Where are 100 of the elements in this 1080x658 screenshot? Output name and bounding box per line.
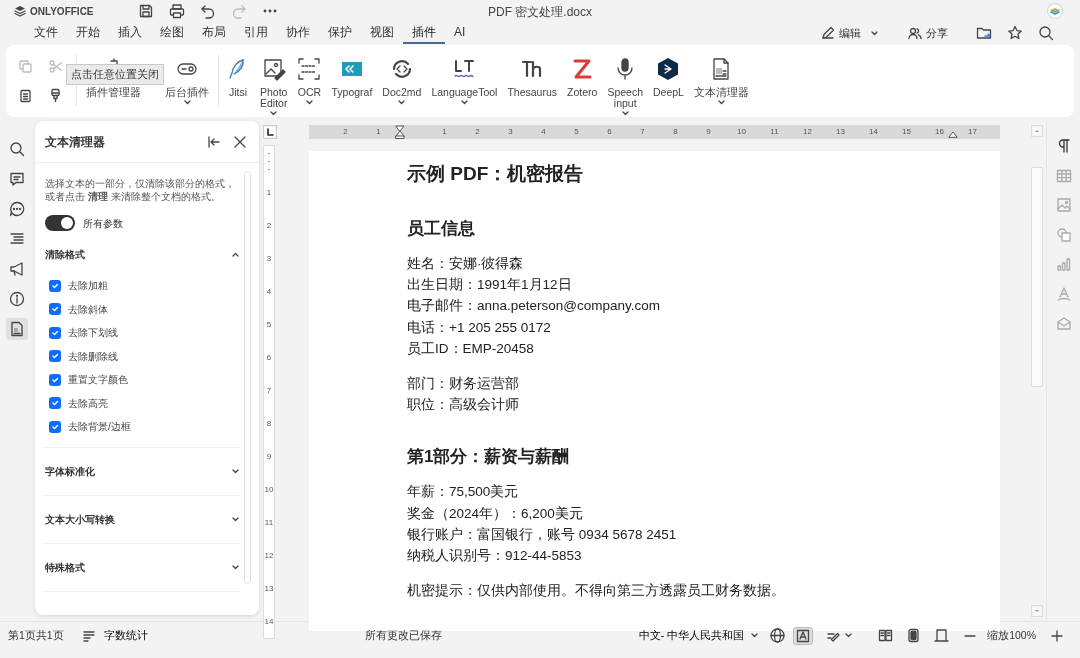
right-indent-icon[interactable]: [948, 130, 958, 138]
plugin-button[interactable]: 后台插件: [162, 45, 212, 117]
checkbox[interactable]: [49, 279, 61, 292]
menu-tab[interactable]: 保护: [319, 22, 361, 44]
text-line: 职位：高级会计师: [407, 396, 520, 415]
text-line: 部门：财务运营部: [407, 375, 520, 393]
text-line: 员工ID：EMP-20458: [407, 339, 535, 358]
people-icon: [908, 26, 922, 40]
print-icon[interactable]: [168, 3, 185, 19]
checkbox-label: 去除背景/边框: [68, 420, 131, 435]
text-line: 电子邮件：anna.peterson@company.com: [407, 297, 662, 316]
plugin-button[interactable]: 文本清理器: [690, 45, 752, 117]
list-icon: [81, 628, 96, 643]
tooltip: 点击任意位置关闭: [66, 64, 164, 85]
plugin-button[interactable]: Thesaurus: [504, 45, 560, 117]
checkbox[interactable]: [49, 326, 61, 339]
section-header[interactable]: 文本大小写转换: [45, 511, 115, 527]
text-line: 电话：+1 205 255 0172: [407, 318, 552, 337]
close-icon[interactable]: [233, 134, 247, 149]
share-button[interactable]: 分享: [908, 24, 948, 42]
plugin-button[interactable]: DeepL: [650, 45, 687, 117]
checkbox[interactable]: [49, 420, 61, 433]
caret-icon: [845, 633, 853, 638]
section-header[interactable]: 字体标准化: [45, 463, 95, 479]
photo-edit-icon: [261, 57, 286, 81]
horizontal-ruler[interactable]: 2 1 1 2 3 4 5 6 7 8 9 10 11 12 13 14 15 16 17: [309, 125, 1000, 139]
plugin-button[interactable]: Speech input: [604, 45, 646, 117]
vertical-ruler[interactable]: 1 2 3 4 5 6 7 8 9 10 11 12 13 14: [263, 145, 275, 639]
shapes-icon: [1055, 226, 1072, 243]
menu-tab[interactable]: 插入: [109, 22, 151, 44]
undo-icon[interactable]: [199, 3, 216, 19]
plugin-button[interactable]: Jitsi: [223, 45, 253, 117]
menu-tab[interactable]: AI: [445, 22, 475, 44]
spellcheck-button[interactable]: [794, 627, 813, 644]
headings-icon: [8, 231, 25, 247]
chevron-down-icon[interactable]: [232, 516, 239, 522]
text-line: 奖金（2024年）：6,200美元: [407, 504, 584, 523]
panel-description: 选择文本的一部分，仅清除该部分的格式，或者点击 清理 来清除整个文档的格式。: [45, 177, 236, 203]
sidebar-button[interactable]: [5, 318, 28, 340]
scan-frame-icon: [297, 57, 322, 81]
info-icon: [8, 291, 25, 307]
checkbox[interactable]: [49, 397, 61, 410]
language-button[interactable]: 中文- 中华人民共和国: [636, 626, 761, 645]
chevron-up-icon[interactable]: [232, 252, 239, 257]
menu-tab[interactable]: 引用: [235, 22, 277, 44]
text-line: 出生日期：1991年1月12日: [407, 276, 573, 295]
document-title: 示例 PDF：机密报告: [407, 162, 585, 186]
plugin-button[interactable]: Doc2md: [379, 45, 425, 117]
chevron-down-icon[interactable]: [232, 468, 239, 474]
search-icon: [8, 141, 25, 157]
checkbox-label: 去除高亮: [68, 396, 108, 411]
zoom-level: 缩放100%: [987, 627, 1036, 643]
indent-marker-icon[interactable]: [395, 125, 405, 139]
collapse-icon[interactable]: [207, 134, 221, 149]
plugin-button[interactable]: OCR: [294, 45, 325, 117]
scrollbar-thumb[interactable]: [1031, 167, 1043, 387]
plugin-button[interactable]: Photo Editor: [257, 45, 291, 117]
text-line: 年薪：75,500美元: [407, 483, 520, 502]
brand-name: ONLYOFFICE: [30, 4, 94, 19]
avatar-icon[interactable]: [1047, 3, 1063, 19]
save-icon[interactable]: [137, 3, 154, 19]
book-icon[interactable]: [878, 628, 894, 643]
search-icon[interactable]: [1038, 25, 1054, 41]
spellcheck-icon: [796, 628, 811, 643]
plugin-button[interactable]: Typograf: [328, 45, 376, 117]
menu-tab[interactable]: 协作: [277, 22, 319, 44]
menu-tab[interactable]: 绘图: [151, 22, 193, 44]
folder-icon[interactable]: [976, 25, 992, 41]
clipboard-icon[interactable]: [18, 87, 34, 104]
checkbox-label: 重置文字颜色: [68, 373, 128, 388]
checkbox[interactable]: [49, 373, 61, 386]
text-line: 纳税人识别号：912-44-5853: [407, 547, 583, 566]
document-icon: [8, 321, 25, 337]
save-status: 所有更改已保存: [364, 627, 442, 643]
plugin-button[interactable]: LanguageTool: [428, 45, 501, 117]
checkbox-label: 去除下划线: [68, 326, 118, 341]
plugin-button[interactable]: Zotero: [564, 45, 601, 117]
edit-mode-button[interactable]: 编辑: [821, 24, 878, 42]
menu-tab[interactable]: 布局: [193, 22, 235, 44]
fit-width-icon[interactable]: [934, 628, 950, 643]
section-header[interactable]: 特殊格式: [45, 559, 85, 575]
section-header[interactable]: 清除格式: [45, 247, 85, 262]
pencil-icon: [821, 26, 835, 40]
checkbox[interactable]: [49, 303, 61, 316]
text-art-icon: [1055, 285, 1072, 302]
chevron-down-icon[interactable]: [232, 564, 239, 570]
zoom-in-icon[interactable]: [1050, 628, 1064, 643]
toggle-switch[interactable]: [45, 215, 75, 231]
menu-tab[interactable]: 开始: [67, 22, 109, 44]
globe-icon[interactable]: [770, 628, 786, 643]
tab-stop-icon[interactable]: [263, 125, 277, 139]
logo-icon: [14, 5, 26, 17]
star-icon[interactable]: [1007, 25, 1023, 41]
comment-icon: [8, 171, 25, 187]
word-count-button[interactable]: 字数统计: [79, 626, 150, 645]
caret-icon: [871, 30, 878, 36]
fit-page-icon[interactable]: [906, 628, 922, 643]
checkbox[interactable]: [49, 350, 61, 363]
menu-tab[interactable]: 视图: [361, 22, 403, 44]
menu-tab[interactable]: 文件: [25, 22, 67, 44]
